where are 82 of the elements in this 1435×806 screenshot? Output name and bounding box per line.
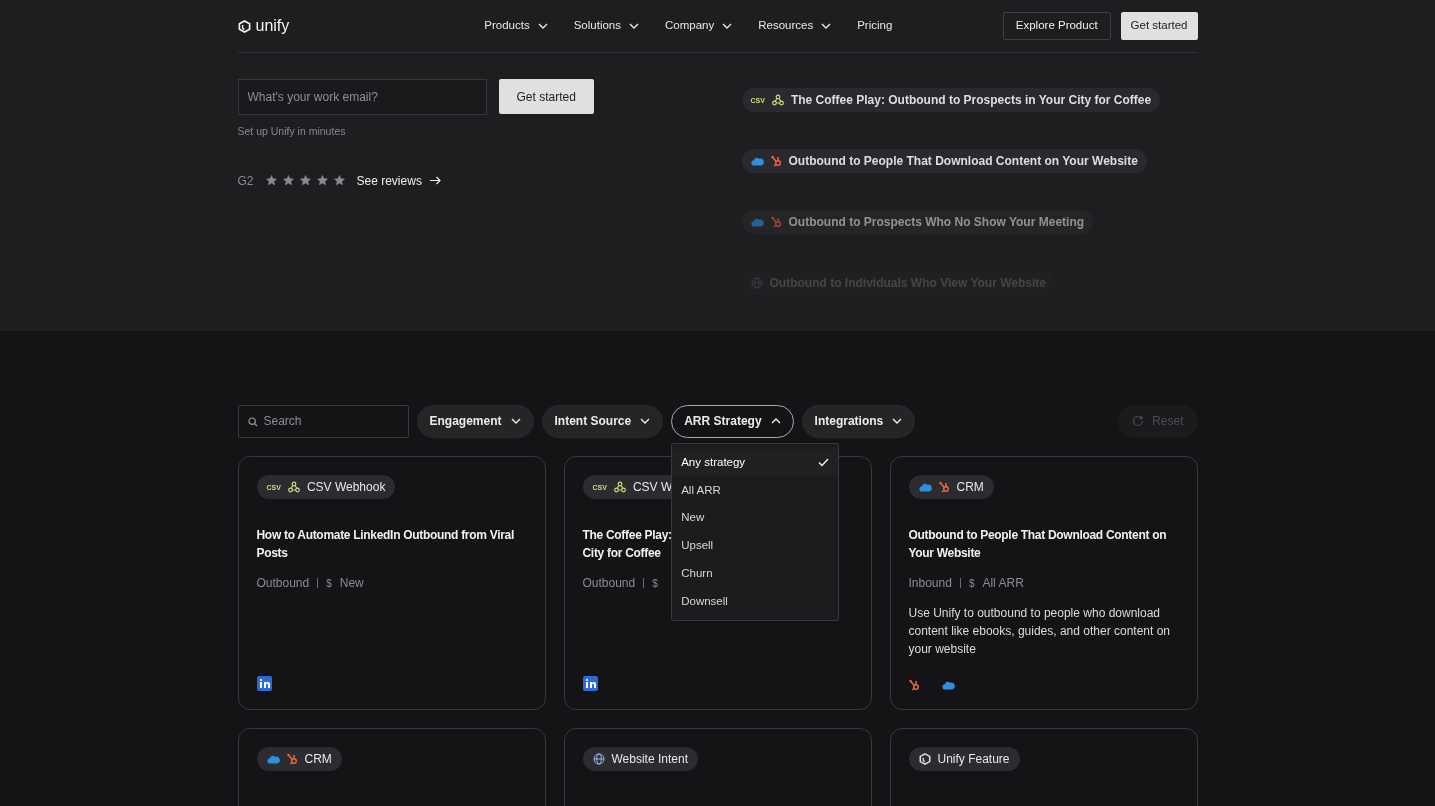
logo-icon: [918, 753, 931, 765]
play-pill[interactable]: Outbound to Prospects Who No Show Your Meeting: [741, 210, 1094, 234]
hub-icon: [908, 679, 920, 691]
refresh-icon: [1132, 415, 1145, 427]
webhook-icon: [287, 481, 300, 493]
chevron-icon: [629, 23, 639, 29]
star-icon: [265, 175, 277, 187]
category-label: Outbound: [256, 575, 310, 592]
setup-note: Set up Unify in minutes: [237, 124, 347, 139]
card-title: City for Coffee: [582, 545, 661, 562]
filter-dropdown[interactable]: Integrations: [801, 404, 916, 438]
play-card[interactable]: CRM Outbound to People That Download Content on Your Website Inbound $ All ARR Use Unify to outbound to people who download content like ebooks, guides, and other content on your website: [889, 456, 1198, 710]
nav-link[interactable]: Solutions: [573, 17, 639, 35]
cloud-icon: [750, 156, 764, 166]
search-field[interactable]: Search: [237, 404, 409, 438]
card-title: The Coffee Play:: [582, 527, 672, 544]
get-started-button[interactable]: Get started: [1120, 12, 1198, 40]
chevron-icon: [640, 418, 651, 424]
brand-logo[interactable]: unify: [237, 14, 290, 38]
card-title: Outbound to People That Download Content on Your Website: [908, 527, 1168, 562]
chevron-icon: [510, 418, 521, 424]
category-label: Inbound: [908, 575, 952, 592]
card-description: Use Unify to outbound to people who download content like ebooks, guides, and other content on your website: [908, 605, 1171, 658]
linkedin-icon: [256, 676, 272, 691]
play-card[interactable]: Website Intent: [563, 728, 872, 806]
chevron-icon: [892, 418, 903, 424]
webhook-icon: [771, 94, 784, 106]
hub-icon: [770, 216, 782, 228]
menu-option[interactable]: Downsell: [672, 587, 839, 616]
globe-icon: [592, 753, 605, 765]
filter-dropdown[interactable]: Engagement: [416, 404, 534, 438]
chevron-icon: [537, 23, 548, 29]
play-card[interactable]: Unify Feature: [889, 728, 1198, 806]
currency-sign: $: [968, 576, 975, 591]
cloud-icon: [918, 482, 932, 492]
card-title: How to Automate LinkedIn Outbound from Viral Posts: [256, 527, 515, 562]
chevron-icon: [770, 418, 781, 424]
filter-dropdown[interactable]: ARR Strategy: [671, 404, 794, 438]
cloud-icon: [266, 754, 280, 764]
arrow-right-icon: [429, 176, 441, 186]
webhook-icon: [613, 481, 626, 493]
play-pill[interactable]: Outbound to People That Download Content on Your Website: [741, 149, 1147, 173]
integration-badge: CRM: [908, 475, 994, 499]
email-field[interactable]: What's your work email?: [237, 79, 487, 115]
currency-sign: $: [652, 576, 658, 591]
hub-icon: [938, 481, 950, 493]
nav-link[interactable]: Resources: [758, 17, 832, 35]
arr-label: All ARR: [982, 575, 1024, 592]
menu-option[interactable]: New: [672, 504, 839, 532]
menu-option[interactable]: Upsell: [672, 531, 839, 560]
explore-product-button[interactable]: Explore Product: [1002, 12, 1111, 40]
chevron-icon: [821, 23, 832, 29]
check-icon: [818, 457, 830, 467]
filter-dropdown[interactable]: Intent Source: [541, 404, 664, 438]
logo-icon: [237, 19, 251, 33]
star-icon: [316, 175, 328, 187]
integration-badge: Unify Feature: [908, 747, 1020, 771]
globe-icon: [750, 277, 763, 289]
nav-link[interactable]: Company: [665, 17, 733, 35]
chevron-icon: [722, 23, 733, 29]
integration-badge: Website Intent: [582, 747, 698, 771]
integration-badge: CRM: [256, 747, 342, 771]
hub-icon: [770, 155, 782, 167]
currency-sign: $: [326, 576, 332, 591]
linkedin-icon: [582, 676, 598, 691]
play-card[interactable]: CRM: [237, 728, 546, 806]
star-icon: [299, 175, 311, 187]
arr-label: New: [339, 575, 364, 592]
star-icon: [333, 175, 345, 187]
star-icon: [282, 175, 294, 187]
nav-link[interactable]: Products: [484, 17, 548, 35]
see-reviews-link[interactable]: See reviews: [356, 171, 441, 190]
hub-icon: [286, 753, 298, 765]
menu-option[interactable]: Any strategy: [672, 448, 839, 477]
get-started-button[interactable]: Get started: [498, 79, 594, 114]
cloud-icon: [750, 217, 764, 227]
nav-link[interactable]: Pricing: [857, 17, 893, 35]
g2-label: G2: [237, 172, 254, 190]
cloud-icon: [941, 680, 955, 690]
search-icon: [247, 416, 258, 427]
menu-option[interactable]: Churn: [672, 559, 839, 588]
category-label: Outbound: [582, 575, 636, 592]
